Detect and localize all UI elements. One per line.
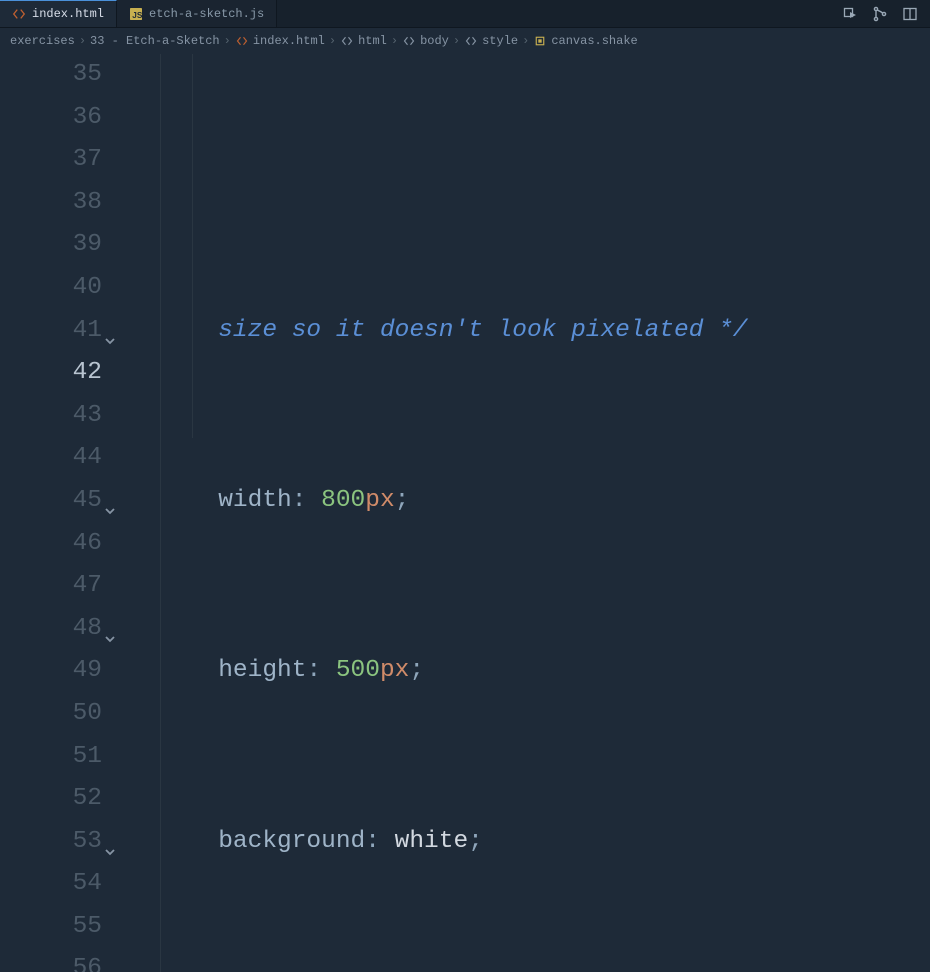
crumb-html[interactable]: html (340, 34, 387, 48)
crumb-selector[interactable]: canvas.shake (533, 34, 637, 48)
code-area[interactable]: size so it doesn't look pixelated */ wid… (112, 54, 930, 972)
crumb-body[interactable]: body (402, 34, 449, 48)
line-number: 35 (0, 54, 102, 97)
line-number: 39 (0, 224, 102, 267)
line-number: 51 (0, 736, 102, 779)
tag-icon (402, 34, 416, 48)
line-number: 55 (0, 906, 102, 949)
tab-bar: index.html JS etch-a-sketch.js (0, 0, 930, 28)
line-number: 43 (0, 395, 102, 438)
tab-label: etch-a-sketch.js (149, 7, 264, 21)
code-comment: size so it doesn't look pixelated */ (218, 317, 747, 344)
crumb-folder[interactable]: 33 - Etch-a-Sketch (90, 34, 220, 48)
chevron-right-icon: › (224, 34, 231, 48)
chevron-right-icon: › (522, 34, 529, 48)
crumb-style[interactable]: style (464, 34, 518, 48)
svg-text:JS: JS (132, 10, 142, 19)
line-number: 47 (0, 565, 102, 608)
chevron-right-icon: › (391, 34, 398, 48)
titlebar-actions (842, 0, 930, 27)
breadcrumb: exercises › 33 - Etch-a-Sketch › index.h… (0, 28, 930, 54)
line-number: 49 (0, 650, 102, 693)
line-number: 46 (0, 523, 102, 566)
line-number: 56 (0, 948, 102, 972)
line-number: 41 (0, 310, 102, 353)
html-file-icon (12, 7, 26, 21)
code-editor[interactable]: 3536373839404142434445464748495051525354… (0, 54, 930, 972)
line-number: 36 (0, 97, 102, 140)
line-number: 37 (0, 139, 102, 182)
line-gutter: 3536373839404142434445464748495051525354… (0, 54, 112, 972)
chevron-right-icon: › (329, 34, 336, 48)
line-number: 50 (0, 693, 102, 736)
line-number: 42 (0, 352, 102, 395)
chevron-right-icon: › (79, 34, 86, 48)
run-icon[interactable] (842, 6, 858, 22)
line-number: 45 (0, 480, 102, 523)
tab-etch-a-sketch-js[interactable]: JS etch-a-sketch.js (117, 0, 277, 27)
crumb-file[interactable]: index.html (235, 34, 325, 48)
tag-icon (340, 34, 354, 48)
line-number: 38 (0, 182, 102, 225)
line-number: 52 (0, 778, 102, 821)
source-control-icon[interactable] (872, 6, 888, 22)
line-number: 48 (0, 608, 102, 651)
line-number: 53 (0, 821, 102, 864)
html-file-icon (235, 34, 249, 48)
line-number: 44 (0, 437, 102, 480)
split-editor-icon[interactable] (902, 6, 918, 22)
js-file-icon: JS (129, 7, 143, 21)
tab-label: index.html (32, 7, 104, 21)
tag-icon (464, 34, 478, 48)
line-number: 54 (0, 863, 102, 906)
line-number: 40 (0, 267, 102, 310)
selector-icon (533, 34, 547, 48)
chevron-right-icon: › (453, 34, 460, 48)
crumb-exercises[interactable]: exercises (10, 34, 75, 48)
tab-index-html[interactable]: index.html (0, 0, 117, 27)
